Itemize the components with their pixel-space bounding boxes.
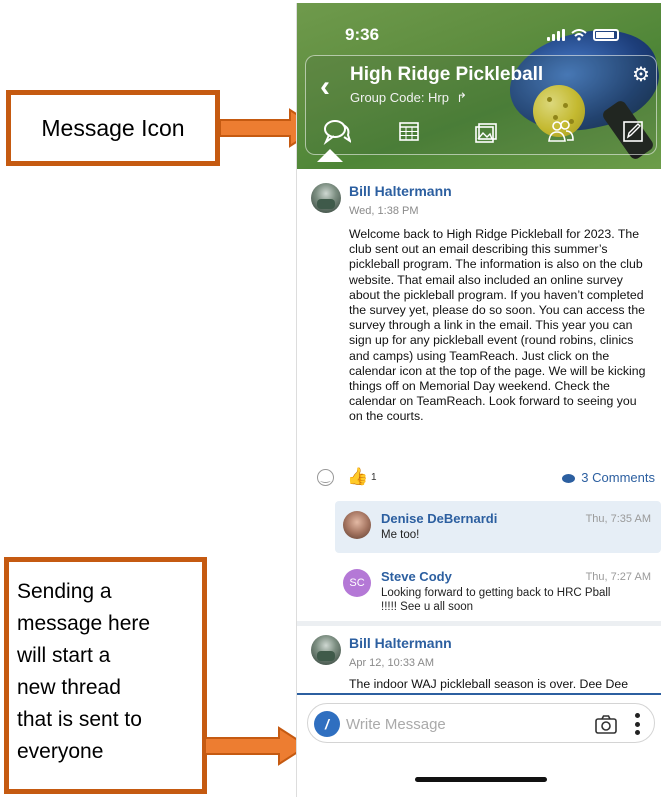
smiley-icon[interactable]: [317, 469, 334, 486]
tab-members[interactable]: [546, 116, 576, 146]
comment-author[interactable]: Steve Cody: [381, 569, 452, 584]
tab-calendar[interactable]: [394, 116, 424, 146]
comment-author[interactable]: Denise DeBernardi: [381, 511, 497, 526]
post-time: Apr 12, 10:33 AM: [349, 657, 434, 669]
tab-photos[interactable]: [472, 116, 502, 146]
avatar[interactable]: SC: [343, 569, 371, 597]
post-author[interactable]: Bill Haltermann: [349, 635, 452, 651]
home-indicator: [415, 777, 547, 782]
signal-icon: [547, 29, 565, 41]
phone-screen: 9:36 ‹ High Ridge Pickleball Group Code:…: [296, 3, 661, 797]
comment[interactable]: SC Steve Cody Thu, 7:27 AM Looking forwa…: [335, 559, 661, 615]
group-title: High Ridge Pickleball: [350, 64, 544, 85]
more-options-icon[interactable]: [632, 711, 642, 737]
group-card: ‹ High Ridge Pickleball Group Code: Hrp …: [305, 55, 657, 155]
comment-time: Thu, 7:27 AM: [585, 571, 651, 583]
calendar-icon: [399, 122, 419, 141]
post-author[interactable]: Bill Haltermann: [349, 183, 452, 199]
comment-text: Looking forward to getting back to HRC P…: [381, 587, 611, 613]
callout-line: Sending a: [17, 580, 112, 603]
group-code-text: Group Code: Hrp: [350, 90, 449, 105]
gear-icon[interactable]: ⚙: [632, 62, 650, 87]
composer-area: /: [297, 693, 661, 797]
tab-messages[interactable]: [322, 116, 352, 146]
callout-line: that is sent to: [17, 708, 142, 731]
callout-line: will start a: [17, 644, 111, 667]
message-icon-callout-label: Message Icon: [41, 114, 185, 141]
new-thread-callout-arrow: [205, 726, 309, 766]
message-icon: [323, 120, 351, 145]
pen-icon[interactable]: /: [314, 711, 340, 737]
tab-bar: [306, 116, 658, 152]
post-time: Wed, 1:38 PM: [349, 205, 419, 217]
comment[interactable]: Denise DeBernardi Thu, 7:35 AM Me too!: [335, 501, 661, 553]
callout-line: everyone: [17, 740, 104, 763]
message-icon-callout: Message Icon: [6, 90, 220, 166]
group-code[interactable]: Group Code: Hrp ↱: [350, 90, 467, 106]
callout-line: new thread: [17, 676, 121, 699]
tab-edit[interactable]: [618, 116, 648, 146]
write-message-input[interactable]: [346, 712, 576, 736]
like-count: 1: [371, 472, 377, 483]
status-icons: [547, 29, 619, 41]
back-arrow-icon[interactable]: ‹: [320, 72, 330, 102]
comments-link[interactable]: 3 Comments: [562, 470, 655, 485]
group-header: 9:36 ‹ High Ridge Pickleball Group Code:…: [297, 3, 661, 169]
photos-icon: [475, 123, 497, 143]
comment-bubble-icon: [562, 474, 576, 484]
members-icon: [548, 120, 574, 142]
share-icon[interactable]: ↱: [453, 90, 467, 105]
message-composer[interactable]: /: [307, 703, 655, 743]
active-tab-indicator: [317, 149, 343, 162]
post-body: The indoor WAJ pickleball season is over…: [349, 677, 630, 693]
post-divider: [297, 621, 661, 626]
callout-line: message here: [17, 612, 151, 635]
post-body: Welcome back to High Ridge Pickleball fo…: [349, 227, 646, 424]
camera-icon[interactable]: [594, 713, 618, 735]
comment-time: Thu, 7:35 AM: [585, 513, 651, 525]
status-time: 9:36: [345, 25, 380, 44]
message-feed[interactable]: Bill Haltermann Wed, 1:38 PM Welcome bac…: [297, 169, 661, 693]
thumbs-up-icon[interactable]: 👍: [347, 467, 368, 487]
new-thread-callout: Sending a message here will start a new …: [4, 557, 207, 794]
avatar[interactable]: [343, 511, 371, 539]
avatar[interactable]: [311, 183, 341, 213]
wifi-icon: [571, 29, 587, 41]
post-reactions: 👍 1 3 Comments: [317, 467, 657, 489]
comment-text: Me too!: [381, 529, 420, 541]
avatar[interactable]: [311, 635, 341, 665]
edit-icon: [623, 121, 643, 142]
battery-icon: [593, 29, 619, 41]
comments-count: 3 Comments: [581, 470, 655, 485]
